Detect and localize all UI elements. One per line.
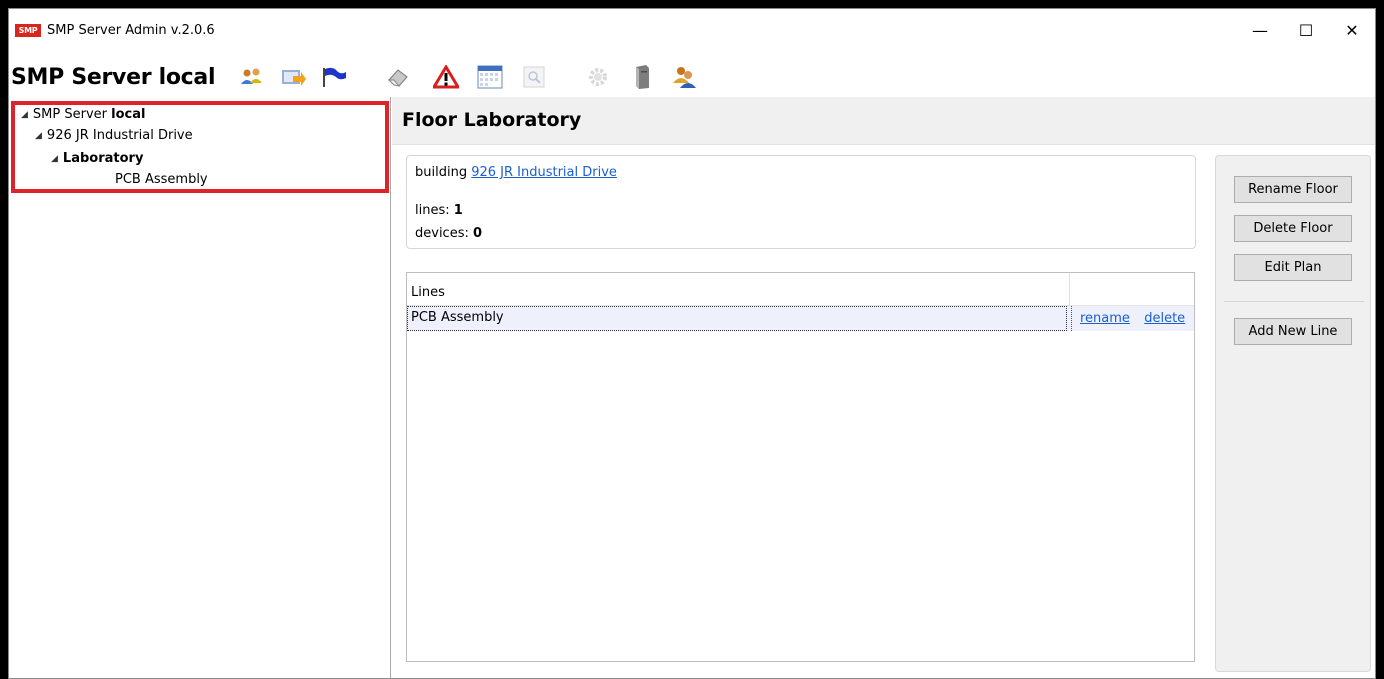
main-header: Floor Laboratory — [392, 97, 1375, 145]
eraser-icon[interactable] — [385, 64, 411, 90]
window-title: SMP Server Admin v.2.0.6 — [47, 22, 215, 38]
lines-count-value: 1 — [453, 203, 463, 218]
tree-node-line-label: PCB Assembly — [115, 172, 208, 187]
page-title: Floor Laboratory — [402, 109, 582, 131]
minimize-button[interactable]: — — [1237, 9, 1283, 51]
building-label: building — [415, 165, 472, 180]
tree-node-line[interactable]: PCB Assembly — [115, 172, 208, 187]
warning-icon[interactable] — [433, 64, 460, 90]
user-group-icon[interactable] — [671, 64, 697, 90]
users-icon[interactable] — [239, 64, 265, 90]
server-icon[interactable] — [629, 64, 655, 90]
gear-icon[interactable] — [585, 64, 611, 90]
tree-node-server-name: local — [111, 107, 146, 122]
expand-arrow-icon[interactable]: ◢ — [35, 131, 42, 141]
line-name-cell[interactable]: PCB Assembly — [407, 306, 1067, 331]
table-row[interactable]: PCB Assembly rename delete — [407, 306, 1194, 331]
building-info: building 926 JR Industrial Drive — [415, 165, 617, 180]
devices-count-value: 0 — [473, 226, 483, 241]
floor-info-box: building 926 JR Industrial Drive lines: … — [406, 155, 1196, 249]
row-actions: rename delete — [1071, 306, 1196, 331]
actions-panel: Rename Floor Delete Floor Edit Plan Add … — [1215, 155, 1371, 672]
column-divider[interactable] — [1069, 273, 1070, 306]
add-new-line-button[interactable]: Add New Line — [1234, 318, 1352, 345]
tree-panel: ◢ SMP Server local ◢ 926 JR Industrial D… — [9, 97, 391, 678]
server-title: SMP Server local — [11, 64, 216, 90]
maximize-button[interactable]: ☐ — [1283, 9, 1329, 51]
tree-node-building-label: 926 JR Industrial Drive — [46, 128, 193, 143]
devices-count: devices: 0 — [415, 226, 482, 241]
devices-count-label: devices: — [415, 226, 473, 241]
window-controls: — ☐ ✕ — [1237, 9, 1375, 51]
import-icon[interactable] — [281, 64, 307, 90]
delete-line-link[interactable]: delete — [1144, 311, 1185, 326]
app-window: SMP SMP Server Admin v.2.0.6 — ☐ ✕ SMP S… — [8, 8, 1376, 679]
expand-arrow-icon[interactable]: ◢ — [21, 110, 28, 120]
rename-floor-button[interactable]: Rename Floor — [1234, 176, 1352, 203]
expand-arrow-icon[interactable]: ◢ — [51, 154, 58, 164]
flag-icon[interactable] — [321, 64, 347, 90]
delete-floor-button[interactable]: Delete Floor — [1234, 215, 1352, 242]
tree-node-floor[interactable]: ◢ Laboratory — [51, 151, 143, 166]
toolbar: SMP Server local — [9, 51, 1375, 103]
tree-node-floor-label: Laboratory — [62, 151, 144, 166]
lines-table[interactable]: Lines PCB Assembly rename delete — [406, 272, 1195, 662]
tree-node-building[interactable]: ◢ 926 JR Industrial Drive — [35, 128, 193, 143]
edit-plan-button[interactable]: Edit Plan — [1234, 254, 1352, 281]
title-bar[interactable]: SMP SMP Server Admin v.2.0.6 — ☐ ✕ — [9, 9, 1375, 51]
lines-table-header: Lines — [407, 273, 1194, 306]
lines-column-header[interactable]: Lines — [411, 285, 445, 300]
button-separator — [1224, 301, 1364, 302]
lines-count-label: lines: — [415, 203, 454, 218]
tree-node-server[interactable]: ◢ SMP Server local — [21, 107, 145, 122]
lines-count: lines: 1 — [415, 203, 463, 218]
close-button[interactable]: ✕ — [1329, 9, 1375, 51]
search-icon[interactable] — [521, 64, 547, 90]
tree-node-server-label: SMP Server — [32, 107, 112, 122]
rename-line-link[interactable]: rename — [1080, 311, 1130, 326]
building-link[interactable]: 926 JR Industrial Drive — [471, 165, 617, 180]
calendar-icon[interactable] — [477, 64, 503, 90]
app-logo-icon: SMP — [15, 23, 41, 37]
